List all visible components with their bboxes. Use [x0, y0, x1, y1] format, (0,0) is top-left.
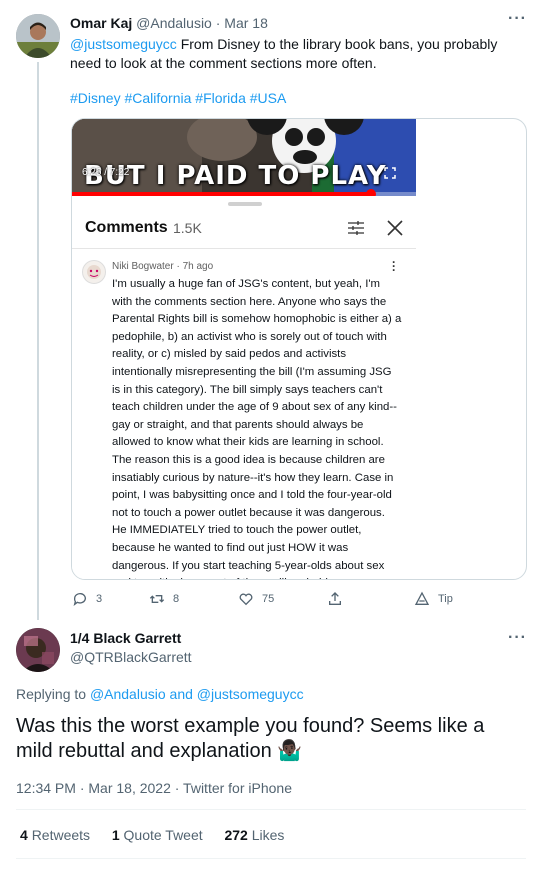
- retweets-stat[interactable]: 4 Retweets: [20, 827, 90, 843]
- shrug-emoji: 🤷🏿‍♂️: [277, 740, 303, 762]
- comment-text: I'm usually a huge fan of JSG's content,…: [112, 278, 402, 579]
- quotes-stat[interactable]: 1 Quote Tweet: [112, 827, 203, 843]
- tweet2-timestamp[interactable]: 12:34 PM · Mar 18, 2022 · Twitter for iP…: [16, 780, 292, 796]
- likes-label: Likes: [251, 827, 285, 843]
- tweet2-handle[interactable]: @QTRBlackGarrett: [70, 649, 192, 665]
- reply-count: 3: [96, 593, 103, 605]
- filter-icon[interactable]: [348, 220, 364, 236]
- reply-action[interactable]: 3: [72, 591, 102, 607]
- comments-count: 1.5K: [173, 220, 202, 236]
- heart-icon: [239, 593, 253, 606]
- tweet2-stats: 4 Retweets 1 Quote Tweet 272 Likes: [20, 827, 284, 843]
- commenter-avatar[interactable]: [82, 260, 106, 284]
- retweet-count: 8: [173, 593, 180, 605]
- tweet2-more-icon[interactable]: ···: [508, 629, 527, 647]
- tweet1-date[interactable]: Mar 18: [224, 15, 268, 31]
- like-action[interactable]: 75: [238, 591, 274, 607]
- share-action[interactable]: [327, 591, 343, 607]
- video-time: 6:26 / 7:22: [82, 167, 130, 178]
- replying-user-justsomeguycc[interactable]: @justsomeguycc: [197, 686, 304, 702]
- retweets-count: 4: [20, 827, 28, 843]
- tweet1-separator: ·: [215, 15, 221, 31]
- tweet1-hashtags[interactable]: #Disney #California #Florida #USA: [70, 90, 286, 106]
- comment-more-icon[interactable]: · · ·: [392, 256, 396, 276]
- video-progress-handle[interactable]: [366, 189, 377, 196]
- stats-divider-top: [16, 809, 526, 810]
- comments-divider: [72, 248, 416, 249]
- tweet2-body: Was this the worst example you found? Se…: [16, 715, 485, 762]
- tip-icon: [414, 591, 430, 605]
- tweet1-more-icon[interactable]: ···: [508, 10, 527, 28]
- drag-handle[interactable]: [228, 202, 262, 206]
- comment-author[interactable]: Niki Bogwater: [112, 261, 174, 272]
- like-count: 75: [262, 593, 275, 605]
- tweet2-display-name[interactable]: 1/4 Black Garrett: [70, 630, 181, 646]
- retweets-label: Retweets: [31, 827, 91, 843]
- reply-icon: [73, 593, 86, 606]
- likes-stat[interactable]: 272 Likes: [224, 827, 284, 843]
- comments-panel: Comments 1.5K Niki Bogwater · 7h ago · · ·…: [72, 196, 416, 579]
- replying-prefix: Replying to: [16, 686, 90, 702]
- tweet1-media-card[interactable]: BUT I PAID TO PLAY 6:26 / 7:22 Comments …: [71, 118, 527, 580]
- fullscreen-icon[interactable]: [384, 166, 396, 179]
- stats-divider-bottom: [16, 858, 526, 859]
- tweet1-handle[interactable]: @Andalusio: [136, 15, 212, 31]
- comment-meta: Niki Bogwater · 7h ago: [112, 261, 213, 272]
- video-frame[interactable]: BUT I PAID TO PLAY 6:26 / 7:22: [72, 119, 416, 196]
- comment-time: · 7h ago: [176, 261, 214, 272]
- thread-line: [37, 62, 39, 620]
- tweet1-header: Omar Kaj @Andalusio · Mar 18: [70, 15, 268, 31]
- quotes-label: Quote Tweet: [123, 827, 203, 843]
- comments-title: Comments: [85, 219, 168, 236]
- tweet2-text: Was this the worst example you found? Se…: [16, 714, 526, 764]
- likes-count: 272: [224, 827, 248, 843]
- quotes-count: 1: [111, 827, 120, 843]
- replying-and: and: [165, 686, 197, 702]
- tip-action[interactable]: Tip: [414, 591, 453, 607]
- tweet1-text: @justsomeguycc From Disney to the librar…: [70, 35, 525, 73]
- tip-label: Tip: [438, 593, 453, 605]
- replying-user-andalusio[interactable]: @Andalusio: [90, 686, 166, 702]
- share-icon: [329, 592, 341, 605]
- avatar-omar[interactable]: [16, 14, 60, 58]
- retweet-icon: [149, 595, 165, 603]
- tweet1-display-name[interactable]: Omar Kaj: [70, 15, 132, 31]
- replying-to: Replying to @Andalusio and @justsomeguyc…: [16, 686, 304, 702]
- avatar-garrett[interactable]: [16, 628, 60, 672]
- retweet-action[interactable]: 8: [149, 591, 179, 607]
- tweet1-mention[interactable]: @justsomeguycc: [70, 36, 177, 52]
- video-caption: BUT I PAID TO PLAY: [84, 161, 387, 191]
- close-icon[interactable]: [387, 220, 403, 236]
